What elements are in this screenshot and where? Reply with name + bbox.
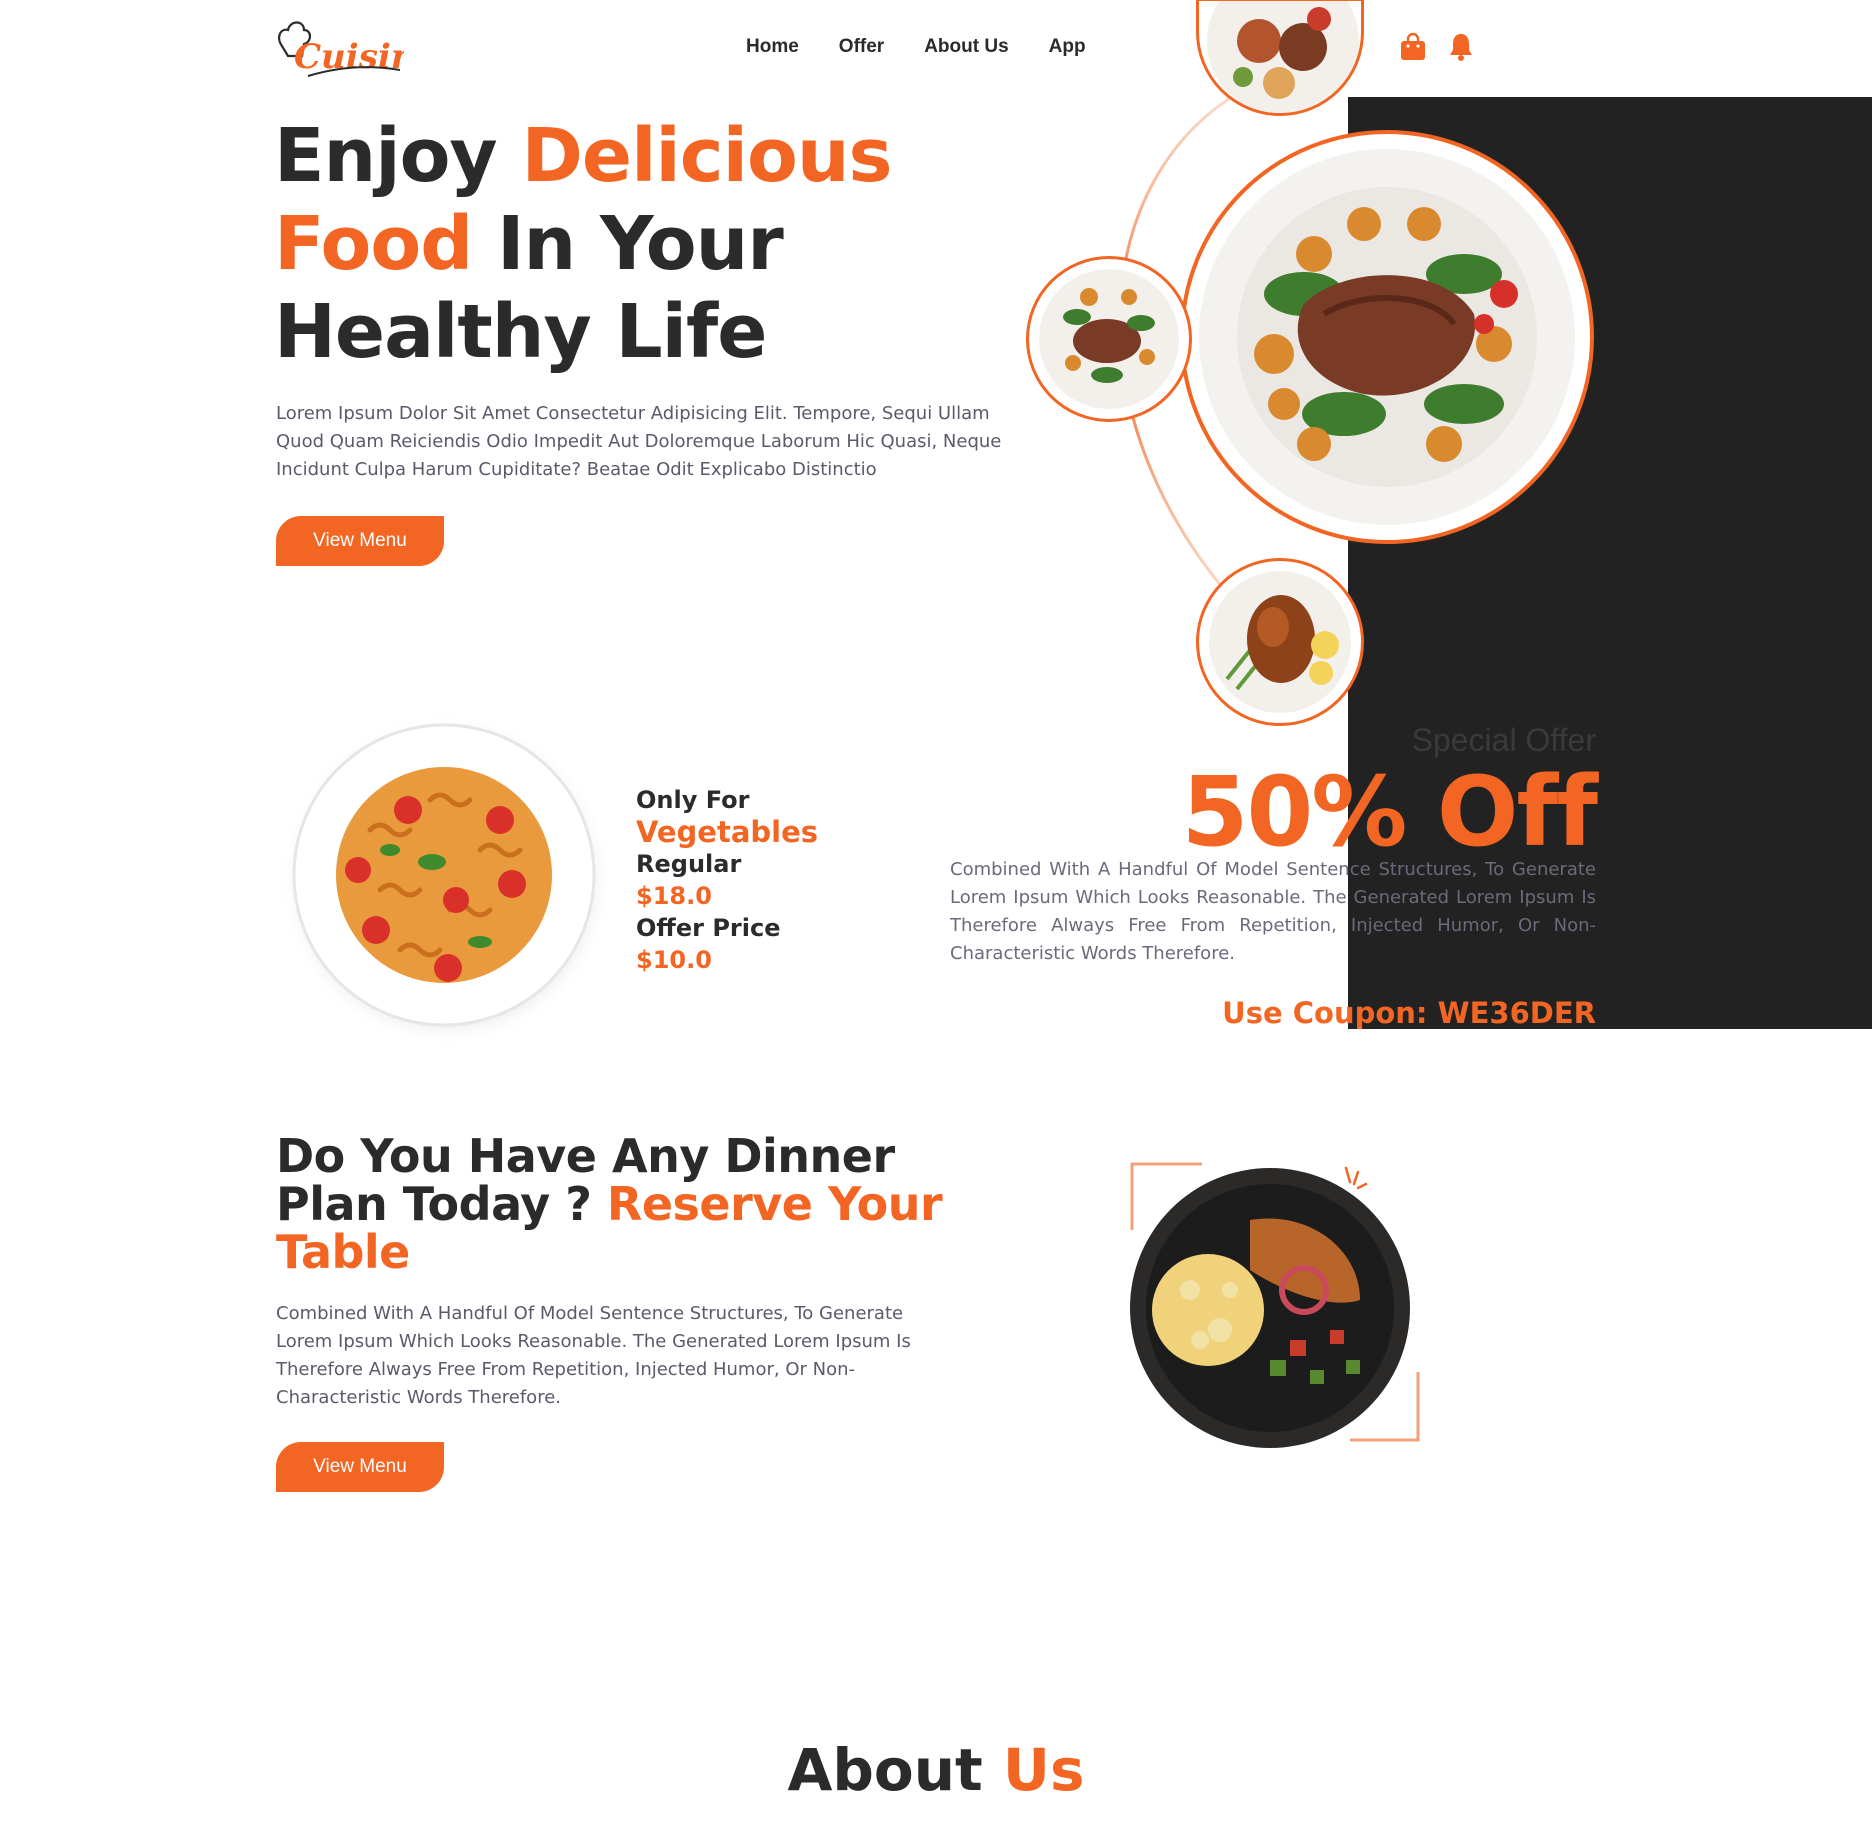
offer-price-info: Only For Vegetables Regular $18.0 Offer … — [636, 784, 818, 976]
about-us-title: About Us — [787, 1736, 1085, 1804]
reserve-view-menu-button[interactable]: View Menu — [276, 1442, 444, 1492]
nav-offer[interactable]: Offer — [839, 36, 884, 58]
svg-text:Cuisine: Cuisine — [294, 37, 404, 77]
reserve-title: Do You Have Any Dinner Plan Today ? Rese… — [276, 1129, 943, 1279]
shopping-bag-icon[interactable] — [1399, 32, 1427, 62]
pasta-plate-dish — [280, 710, 612, 1050]
nav-home[interactable]: Home — [746, 36, 799, 58]
offer-description: Combined With A Handful Of Model Sentenc… — [950, 859, 1596, 964]
nav-app[interactable]: App — [1049, 36, 1086, 58]
offer-category: Vegetables — [636, 815, 819, 849]
coupon-code: Use Coupon: WE36DER — [1222, 996, 1596, 1030]
nav-about-us[interactable]: About Us — [924, 36, 1008, 58]
regular-price: $18.0 — [636, 882, 712, 910]
bell-icon[interactable] — [1447, 32, 1475, 62]
offer-price: $10.0 — [636, 946, 712, 974]
cuisine-logo[interactable]: Cuisine — [274, 12, 437, 82]
special-offer-label: Special Offer — [1411, 722, 1596, 758]
hero-description: Lorem Ipsum Dolor Sit Amet Consectetur A… — [276, 403, 1002, 480]
discount-heading: 50% Off — [1181, 756, 1598, 868]
mixed-platter-dish — [1196, 0, 1364, 116]
roast-chicken-dish — [1196, 558, 1364, 726]
hero-title: Enjoy Delicious Food In Your Healthy Lif… — [274, 113, 893, 375]
view-menu-button[interactable]: View Menu — [276, 516, 444, 566]
offer-price-label: Offer Price — [636, 914, 781, 942]
only-for-label: Only For — [636, 786, 750, 814]
reserve-description: Combined With A Handful Of Model Sentenc… — [276, 1303, 911, 1408]
small-steak-dish — [1026, 256, 1192, 422]
regular-label: Regular — [636, 850, 742, 878]
dinner-bowl-dish — [1110, 1160, 1440, 1460]
main-nav: Home Offer About Us App — [746, 36, 1086, 58]
steak-plate-dish — [1180, 130, 1594, 544]
